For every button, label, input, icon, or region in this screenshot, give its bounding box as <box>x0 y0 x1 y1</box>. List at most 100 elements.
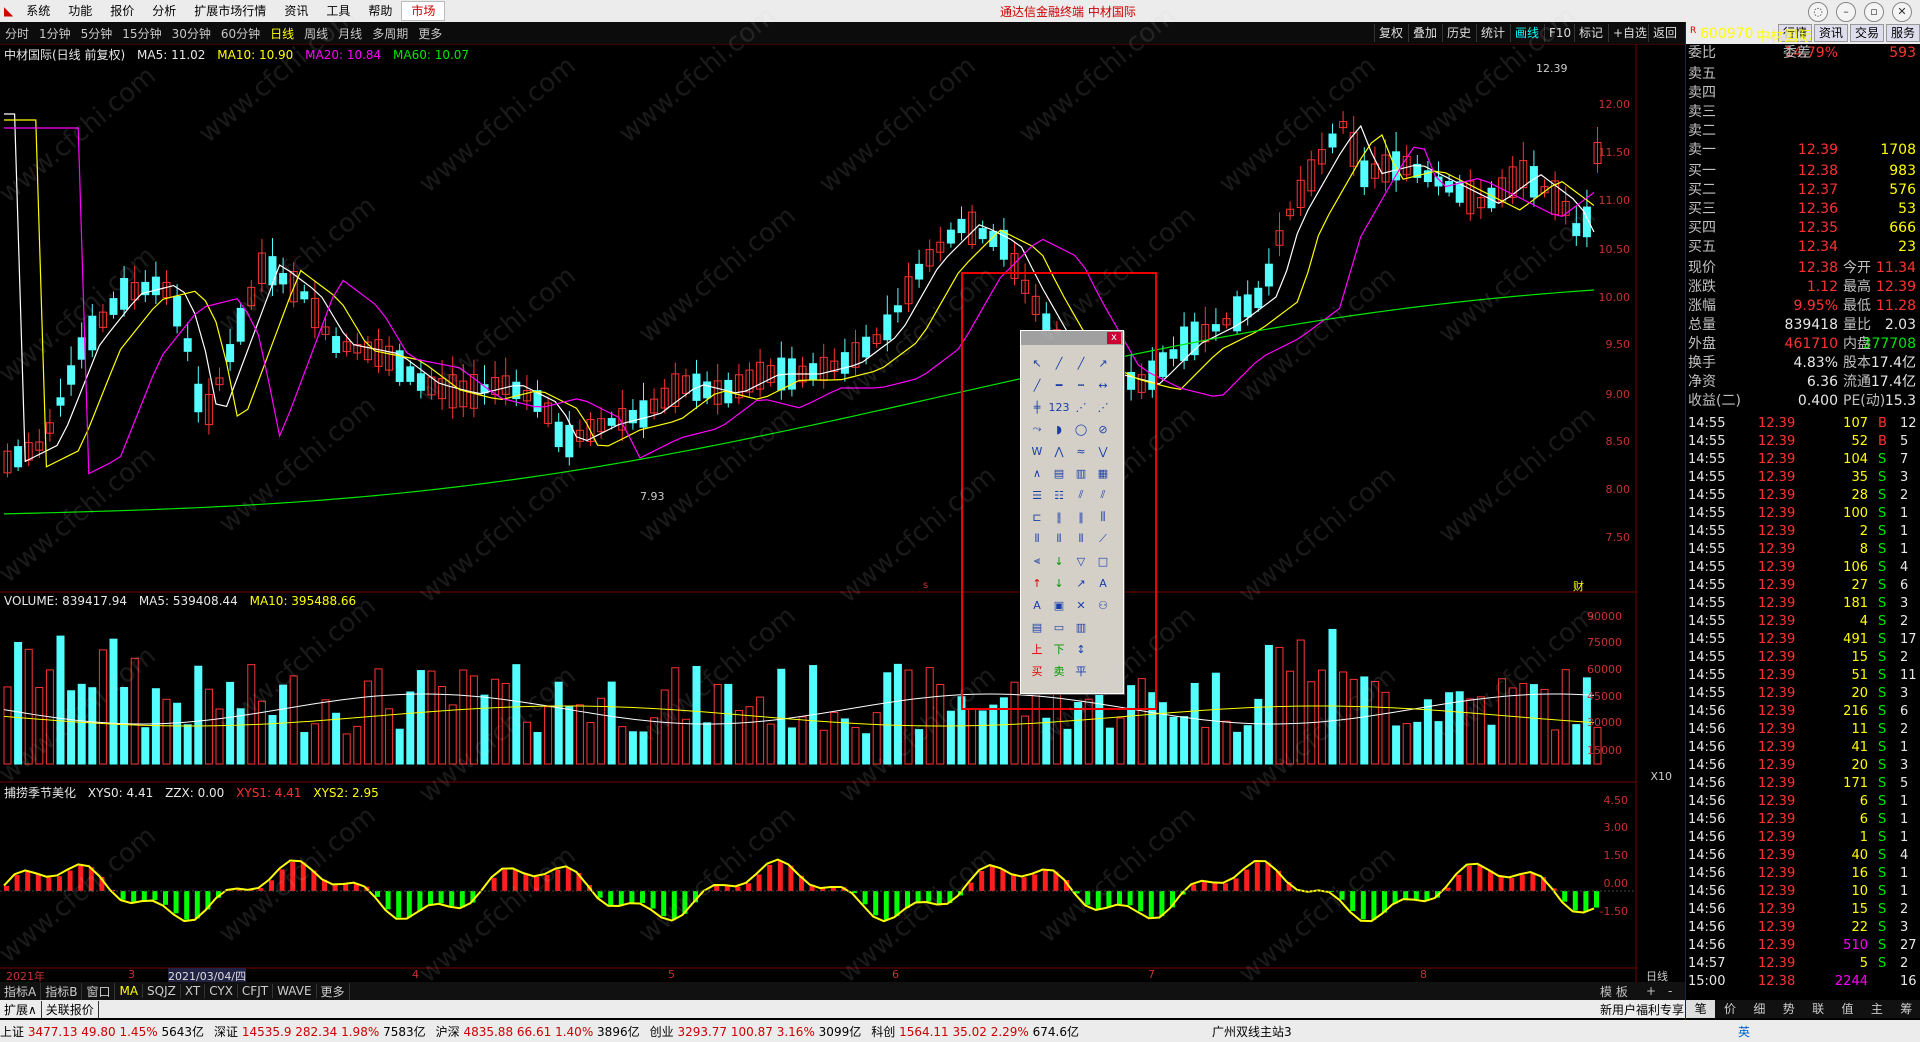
fan-icon[interactable]: ⫷ <box>1027 551 1047 571</box>
period-monthly[interactable]: 月线 <box>333 25 367 42</box>
periodic-icon[interactable]: ∥ <box>1049 507 1069 527</box>
top-icon[interactable]: 上 <box>1027 639 1047 659</box>
up-arrow-red-icon[interactable]: ↑ <box>1027 573 1047 593</box>
draw-tools-palette[interactable]: x ↖ ╱ ╱ ↗ ╱ ━ ┅ ↔ ╪ 123 ⋰ ⋰ ⤳ ◗ ◯ ⊘ W ⋀ ≈ ⋁ ∧ ▤ ▥ ▦ ☰ ☷ ⫽ ⫽ ⊏ ∥ ∥ ⫼ ⦀ ⦀ ⦀ ⟋… <box>1020 330 1124 694</box>
zoom-out-button[interactable]: - <box>1668 984 1672 998</box>
quote-bottom-tab-6[interactable]: 主 <box>1862 1000 1891 1018</box>
bracket-icon[interactable]: ⊏ <box>1027 507 1047 527</box>
periodic2-icon[interactable]: ∥ <box>1071 507 1091 527</box>
quote-bottom-tab-2[interactable]: 细 <box>1745 1000 1774 1018</box>
period-1min[interactable]: 1分钟 <box>34 25 76 42</box>
fib-icon[interactable]: ▤ <box>1049 463 1069 483</box>
mark-button[interactable]: 标记 <box>1574 24 1607 42</box>
circle-icon[interactable]: ◯ <box>1071 419 1091 439</box>
tab-indicator-a[interactable]: 指标A <box>0 982 42 1000</box>
app-logo-icon[interactable]: ◣ <box>0 0 17 22</box>
periodic3-icon[interactable]: ⫼ <box>1093 507 1113 527</box>
m-pattern-icon[interactable]: ⋀ <box>1049 441 1069 461</box>
related-quotes-tab[interactable]: 关联报价 <box>42 1000 99 1018</box>
frame-icon[interactable]: ▭ <box>1049 617 1069 637</box>
tab-xt[interactable]: XT <box>181 984 206 998</box>
period-fenshi[interactable]: 分时 <box>0 25 34 42</box>
tab-more[interactable]: 更多 <box>317 982 350 1000</box>
indicator-name[interactable]: 捕捞季节美化 <box>4 786 76 800</box>
period-more[interactable]: 更多 <box>413 25 447 42</box>
template-button[interactable]: 模 板 <box>1600 983 1628 1000</box>
index-2[interactable]: 沪深 4835.88 66.61 1.40% 3896亿 <box>436 1023 640 1040</box>
period-weekly[interactable]: 周线 <box>299 25 333 42</box>
seg-icon[interactable]: ╱ <box>1027 375 1047 395</box>
ray-icon[interactable]: ╱ <box>1071 353 1091 373</box>
text-bg-icon[interactable]: A <box>1027 595 1047 615</box>
pointer-icon[interactable]: ↖ <box>1027 353 1047 373</box>
no-icon[interactable]: ⊘ <box>1093 419 1113 439</box>
menu-function[interactable]: 功能 <box>59 0 101 22</box>
extension-toggle[interactable]: 扩展∧ <box>0 1000 42 1018</box>
arc-icon[interactable]: ⤳ <box>1027 419 1047 439</box>
note-icon[interactable]: ▤ <box>1027 617 1047 637</box>
statistics-button[interactable]: 统计 <box>1476 24 1509 42</box>
wave-count-icon[interactable]: 123 <box>1049 397 1070 417</box>
gann-line-icon[interactable]: ⫽ <box>1071 485 1091 505</box>
peak-icon[interactable]: ∧ <box>1027 463 1047 483</box>
palette-close-icon[interactable]: x <box>1107 332 1121 344</box>
quote-bottom-tab-0[interactable]: 笔 <box>1686 1000 1716 1018</box>
menu-ext-market[interactable]: 扩展市场行情 <box>185 0 275 22</box>
quote-bottom-tab-5[interactable]: 值 <box>1833 1000 1862 1018</box>
parallel-icon[interactable]: ⋰ <box>1071 397 1091 417</box>
hline-icon[interactable]: ━ <box>1049 375 1069 395</box>
menu-market[interactable]: 市场 <box>401 1 446 21</box>
minimize-icon[interactable]: – <box>1836 2 1856 22</box>
lock-icon[interactable]: ⚇ <box>1093 595 1113 615</box>
arrow-line-icon[interactable]: ↗ <box>1093 353 1113 373</box>
menu-help[interactable]: 帮助 <box>359 0 401 22</box>
close-icon[interactable]: ✕ <box>1892 2 1912 22</box>
tab-ma[interactable]: MA <box>115 984 144 998</box>
s-marker[interactable]: s <box>923 580 928 591</box>
overlay-button[interactable]: 叠加 <box>1408 24 1441 42</box>
half-circle-icon[interactable]: ◗ <box>1049 419 1069 439</box>
bars2-icon[interactable]: ⦀ <box>1049 529 1069 549</box>
restore-rights-button[interactable]: 复权 <box>1374 24 1407 42</box>
add-watchlist-button[interactable]: +自选 <box>1608 24 1651 42</box>
gann-icon[interactable]: ☷ <box>1049 485 1069 505</box>
channel-icon[interactable]: ⋰ <box>1093 397 1113 417</box>
menu-tools[interactable]: 工具 <box>317 0 359 22</box>
triangle-icon[interactable]: ▽ <box>1071 551 1091 571</box>
index-4[interactable]: 科创 1564.11 35.02 2.29% 674.6亿 <box>871 1023 1079 1040</box>
f10-button[interactable]: F10 <box>1544 24 1575 42</box>
fib2-icon[interactable]: ▥ <box>1071 463 1091 483</box>
down-arrow-green-icon[interactable]: ↓ <box>1049 573 1069 593</box>
bottom-icon[interactable]: 下 <box>1049 639 1069 659</box>
sell-icon[interactable]: 卖 <box>1049 661 1069 681</box>
fib3-icon[interactable]: ▦ <box>1093 463 1113 483</box>
menu-system[interactable]: 系统 <box>17 0 59 22</box>
index-3[interactable]: 创业 3293.77 100.87 3.16% 3099亿 <box>650 1023 862 1040</box>
curve-icon[interactable]: ≈ <box>1071 441 1091 461</box>
menu-news[interactable]: 资讯 <box>275 0 317 22</box>
text-icon[interactable]: A <box>1093 573 1113 593</box>
chart-canvas[interactable] <box>0 44 1685 982</box>
zoom-in-button[interactable]: + <box>1646 984 1656 998</box>
v-pattern-icon[interactable]: ⋁ <box>1093 441 1113 461</box>
quote-bottom-tab-7[interactable]: 筹 <box>1892 1000 1920 1018</box>
tab-cyx[interactable]: CYX <box>205 984 238 998</box>
block-icon[interactable]: ▣ <box>1049 595 1069 615</box>
index-0[interactable]: 上证 3477.13 49.80 1.45% 5643亿 <box>0 1023 204 1040</box>
quote-bottom-tab-4[interactable]: 联 <box>1804 1000 1833 1018</box>
period-multi[interactable]: 多周期 <box>367 25 413 42</box>
down-arrow-icon[interactable]: ↓ <box>1049 551 1069 571</box>
tab-sqjz[interactable]: SQJZ <box>143 984 181 998</box>
updown-icon[interactable]: ↕ <box>1071 639 1091 659</box>
period-15min[interactable]: 15分钟 <box>117 25 166 42</box>
tab-window[interactable]: 窗口 <box>82 982 116 1000</box>
bars3-icon[interactable]: ⦀ <box>1071 529 1091 549</box>
period-60min[interactable]: 60分钟 <box>216 25 265 42</box>
index-1[interactable]: 深证 14535.9 282.34 1.98% 7583亿 <box>214 1023 426 1040</box>
arrow-red-icon[interactable]: ↗ <box>1071 573 1091 593</box>
gann-fan-icon[interactable]: ⫽ <box>1093 485 1113 505</box>
quote-bottom-tab-3[interactable]: 势 <box>1774 1000 1803 1018</box>
period-5min[interactable]: 5分钟 <box>76 25 118 42</box>
back-button[interactable]: 返回 <box>1648 24 1681 42</box>
rect-icon[interactable]: □ <box>1093 551 1113 571</box>
